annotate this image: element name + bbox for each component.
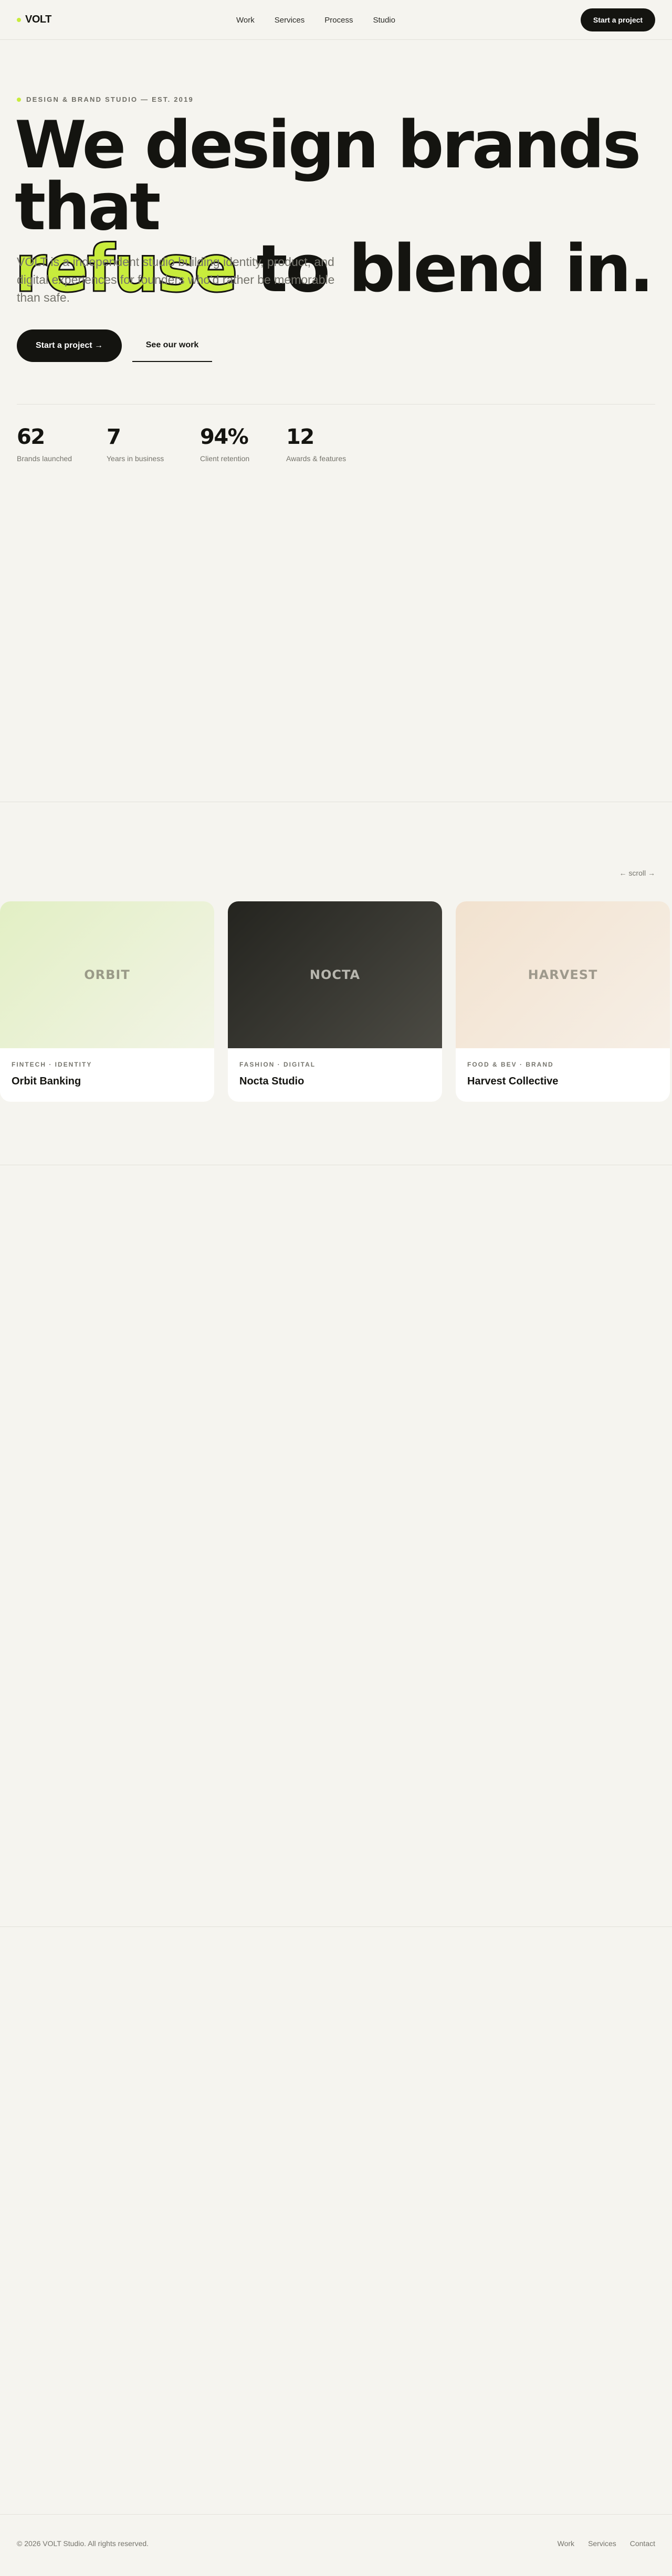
work-card-nocta[interactable]: NOCTA FASHION · DIGITAL Nocta Studio xyxy=(228,901,442,1102)
work-card-thumbnail: ORBIT xyxy=(0,901,214,1048)
stat-value: 7 xyxy=(107,425,121,449)
nav-links: Work Services Process Studio xyxy=(236,0,395,40)
logo[interactable]: VOLT xyxy=(17,14,51,26)
nav-link-studio[interactable]: Studio xyxy=(373,16,395,25)
work-card-thumbnail: NOCTA xyxy=(228,901,442,1048)
headline-line1: We design brands that xyxy=(15,108,641,245)
eyebrow-dot-icon xyxy=(17,97,21,102)
stat-value: 94% xyxy=(200,425,249,449)
stat-value: 62 xyxy=(17,425,45,449)
work-card-title: Nocta Studio xyxy=(239,1076,304,1087)
hero-eyebrow: DESIGN & BRAND STUDIO — EST. 2019 xyxy=(17,95,194,103)
footer-copyright: © 2026 VOLT Studio. All rights reserved. xyxy=(17,2539,149,2548)
stat-value: 12 xyxy=(286,425,314,449)
nav-start-project-button[interactable]: Start a project xyxy=(581,8,655,31)
work-card-title: Harvest Collective xyxy=(467,1076,559,1087)
hero-actions: Start a project → See our work xyxy=(17,329,212,362)
stat-item: 94% Client retention xyxy=(200,425,286,463)
work-card-title: Orbit Banking xyxy=(12,1076,81,1087)
work-card-orbit[interactable]: ORBIT FINTECH · IDENTITY Orbit Banking xyxy=(0,901,214,1102)
scroll-hint: ← scroll → xyxy=(619,869,655,877)
work-card-tag: FINTECH · IDENTITY xyxy=(12,1061,92,1068)
hero-lead: VOLT is a independent studio building id… xyxy=(17,255,335,304)
section-divider xyxy=(0,1926,672,1927)
footer-link-contact[interactable]: Contact xyxy=(630,2539,655,2548)
hero-divider xyxy=(17,404,655,405)
footer-link-services[interactable]: Services xyxy=(588,2539,616,2548)
work-card-harvest[interactable]: HARVEST FOOD & BEV · BRAND Harvest Colle… xyxy=(456,901,670,1102)
footer-links: Work Services Contact xyxy=(558,2539,655,2548)
stat-item: 62 Brands launched xyxy=(17,425,107,463)
footer-divider xyxy=(0,2514,672,2515)
work-card-tag: FASHION · DIGITAL xyxy=(239,1061,316,1068)
work-card-tag: FOOD & BEV · BRAND xyxy=(467,1061,554,1068)
stat-label: Brands launched xyxy=(17,454,72,463)
nav-link-services[interactable]: Services xyxy=(275,16,305,25)
work-card-meta: FOOD & BEV · BRAND Harvest Collective xyxy=(456,1048,670,1100)
eyebrow-text: DESIGN & BRAND STUDIO — EST. 2019 xyxy=(26,95,194,103)
work-card-meta: FINTECH · IDENTITY Orbit Banking xyxy=(0,1048,214,1100)
work-carousel[interactable]: ORBIT FINTECH · IDENTITY Orbit Banking N… xyxy=(0,901,672,1102)
footer-link-work[interactable]: Work xyxy=(558,2539,574,2548)
nav-link-work[interactable]: Work xyxy=(236,16,255,25)
stat-label: Awards & features xyxy=(286,454,346,463)
top-nav: VOLT Work Services Process Studio Start … xyxy=(0,0,672,40)
stat-item: 7 Years in business xyxy=(107,425,200,463)
hero-start-project-button[interactable]: Start a project → xyxy=(17,329,122,362)
work-card-thumbnail: HARVEST xyxy=(456,901,670,1048)
work-card-meta: FASHION · DIGITAL Nocta Studio xyxy=(228,1048,442,1100)
stat-item: 12 Awards & features xyxy=(286,425,376,463)
see-our-work-link[interactable]: See our work xyxy=(132,329,212,362)
logo-text: VOLT xyxy=(25,14,51,25)
stat-label: Years in business xyxy=(107,454,164,463)
stat-label: Client retention xyxy=(200,454,250,463)
logo-dot-icon xyxy=(17,17,21,22)
stats-row: 62 Brands launched 7 Years in business 9… xyxy=(17,425,376,463)
nav-link-process[interactable]: Process xyxy=(324,16,353,25)
